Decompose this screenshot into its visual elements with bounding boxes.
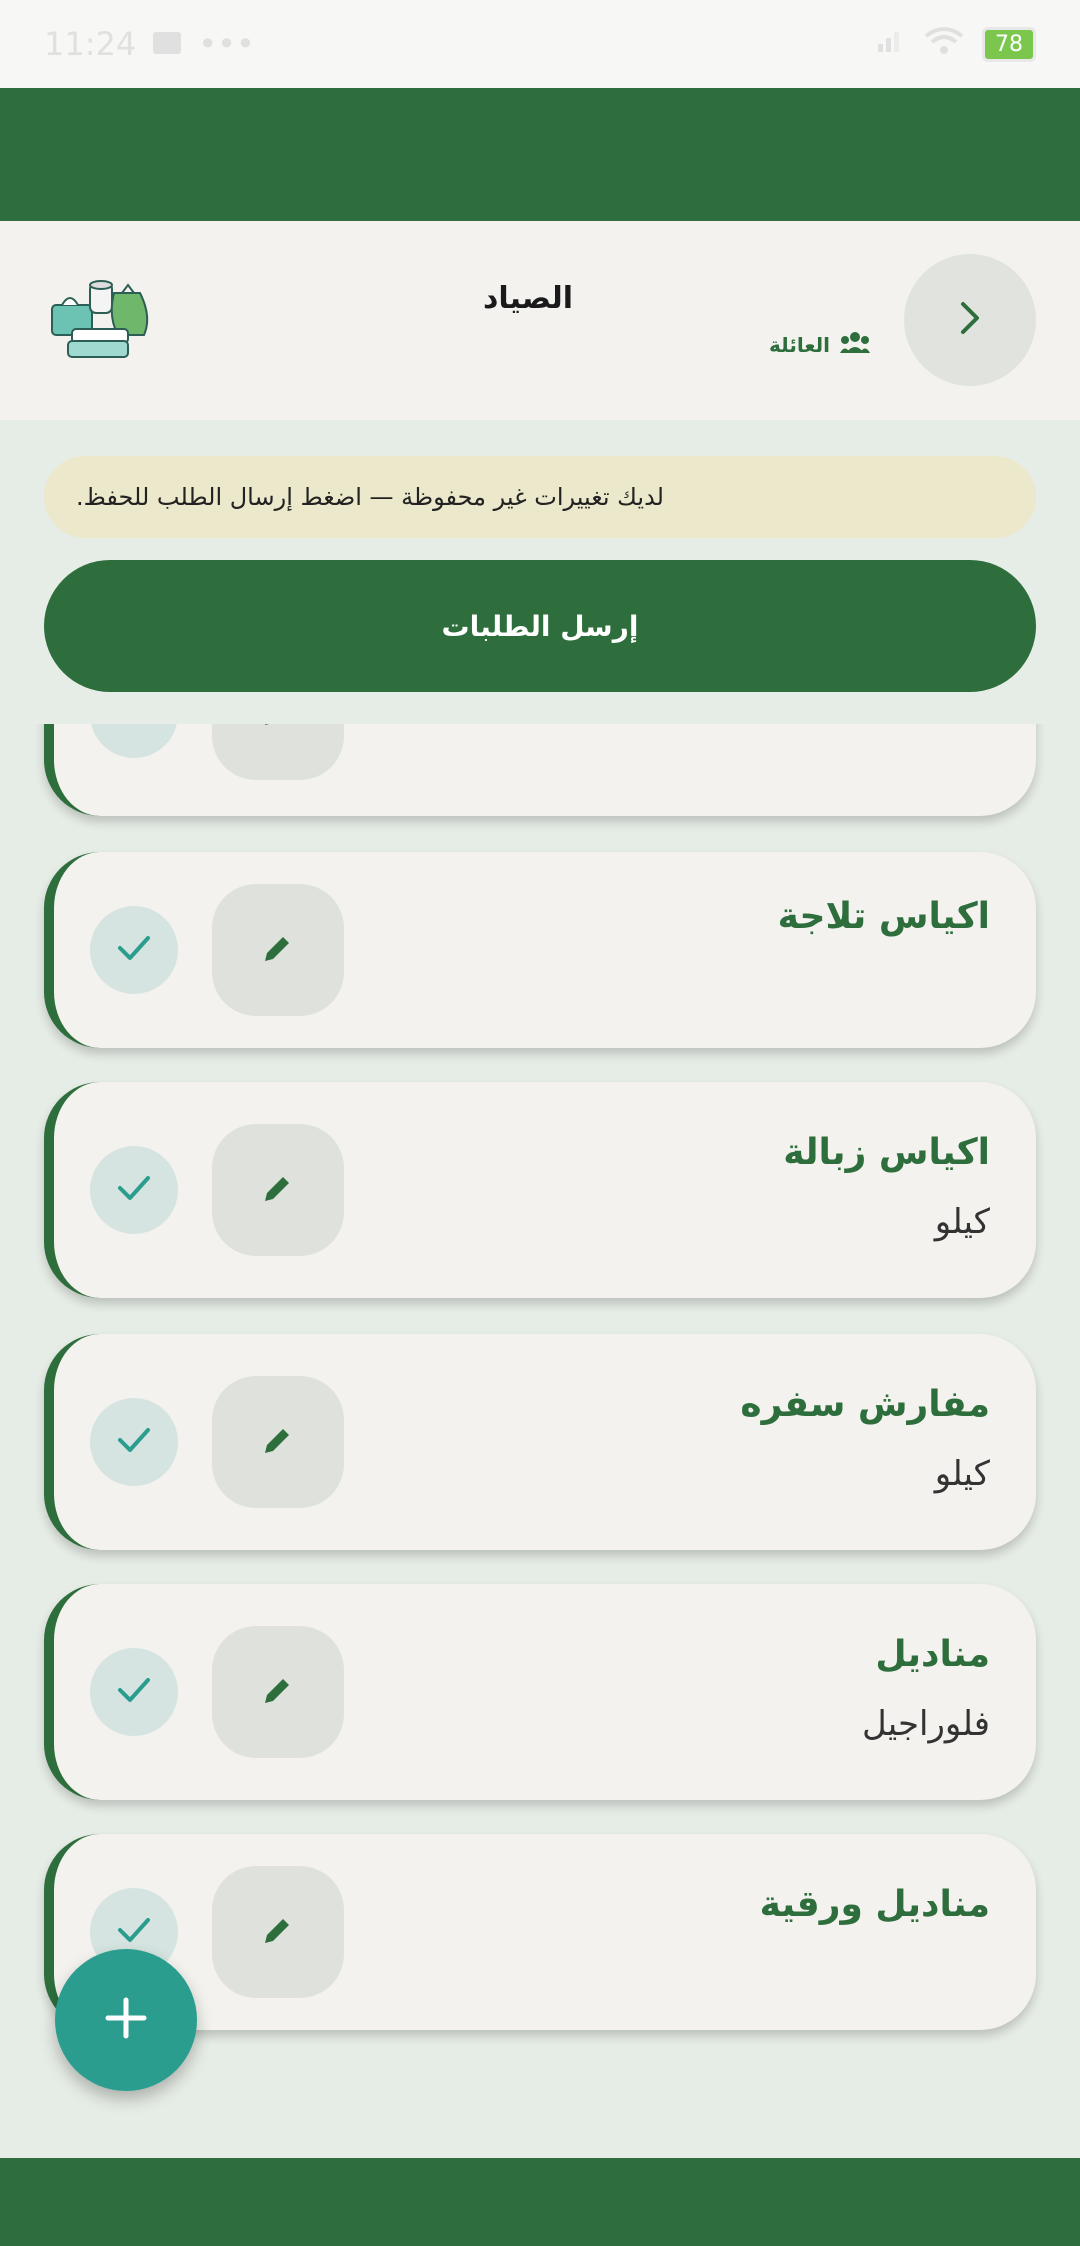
check-button[interactable]: [90, 724, 178, 758]
check-button[interactable]: [90, 1648, 178, 1736]
item-unit: فلوراجيل: [862, 1704, 990, 1744]
add-item-button[interactable]: [55, 1949, 197, 2091]
item-name: اكياس زبالة: [783, 1132, 990, 1173]
message-icon: [152, 25, 182, 63]
edit-button[interactable]: [212, 724, 344, 780]
signal-icon: [876, 28, 906, 61]
pencil-icon: [261, 931, 295, 969]
people-icon: [840, 331, 870, 358]
family-label: العائلة: [769, 331, 870, 358]
check-icon: [116, 1676, 152, 1708]
chevron-right-icon: [955, 298, 985, 342]
edit-button[interactable]: [212, 1866, 344, 1998]
status-time: 11:24: [44, 25, 137, 63]
status-dots: •••: [198, 25, 255, 63]
check-button[interactable]: [90, 1146, 178, 1234]
edit-button[interactable]: [212, 1376, 344, 1508]
list-item[interactable]: [44, 724, 1036, 816]
check-button[interactable]: [90, 1398, 178, 1486]
app-top-bar: [0, 88, 1080, 221]
check-icon: [116, 724, 152, 730]
plus-icon: [102, 1994, 150, 2046]
family-label-text: العائلة: [769, 332, 830, 357]
check-icon: [116, 934, 152, 966]
status-bar: 11:24 ••• 78: [0, 0, 1080, 88]
items-list[interactable]: اكياس تلاجة اكياس زبالة كيلو مفارش سفره …: [0, 724, 1080, 2158]
header: الصياد العائلة: [0, 221, 1080, 420]
check-icon: [116, 1174, 152, 1206]
edit-button[interactable]: [212, 1626, 344, 1758]
status-left: 11:24 •••: [44, 25, 255, 63]
list-item[interactable]: مفارش سفره كيلو: [44, 1334, 1036, 1550]
submit-orders-label: إرسل الطلبات: [441, 609, 639, 643]
unsaved-changes-notice: لديك تغييرات غير محفوظة — اضغط إرسال الط…: [44, 456, 1036, 538]
wifi-icon: [924, 26, 964, 63]
item-name: مفارش سفره: [740, 1384, 990, 1425]
item-name: مناديل: [875, 1634, 990, 1675]
submit-orders-button[interactable]: إرسل الطلبات: [44, 560, 1036, 692]
item-name: مناديل ورقية: [759, 1884, 990, 1925]
edit-button[interactable]: [212, 884, 344, 1016]
battery-indicator: 78: [982, 26, 1036, 62]
edit-button[interactable]: [212, 1124, 344, 1256]
list-item[interactable]: مناديل فلوراجيل: [44, 1584, 1036, 1800]
item-unit: كيلو: [934, 1454, 990, 1494]
page-title: الصياد: [0, 281, 1060, 316]
unsaved-changes-text: لديك تغييرات غير محفوظة — اضغط إرسال الط…: [76, 483, 664, 511]
status-right: 78: [876, 26, 1036, 63]
back-button[interactable]: [904, 254, 1036, 386]
pencil-icon: [261, 724, 295, 733]
item-unit: كيلو: [934, 1202, 990, 1242]
pencil-icon: [261, 1913, 295, 1951]
check-button[interactable]: [90, 906, 178, 994]
check-icon: [116, 1426, 152, 1458]
check-icon: [116, 1916, 152, 1948]
pencil-icon: [261, 1171, 295, 1209]
pencil-icon: [261, 1423, 295, 1461]
item-name: اكياس تلاجة: [777, 896, 990, 937]
pencil-icon: [261, 1673, 295, 1711]
page-title-text: الصياد: [482, 281, 573, 316]
list-item[interactable]: اكياس تلاجة: [44, 852, 1036, 1048]
bottom-navigation-bar: [0, 2158, 1080, 2246]
list-item[interactable]: اكياس زبالة كيلو: [44, 1082, 1036, 1298]
